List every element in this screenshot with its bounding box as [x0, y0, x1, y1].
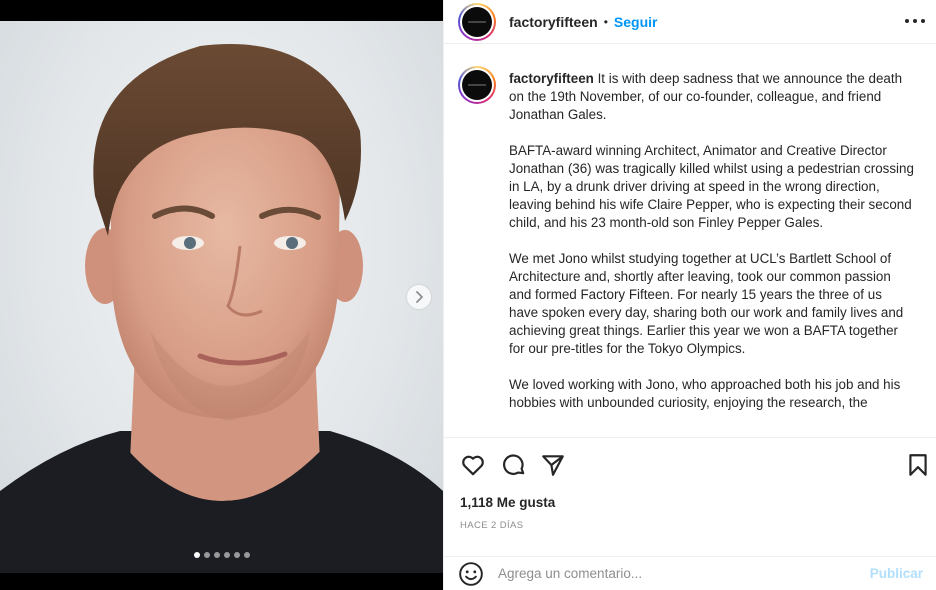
caption-paragraph-2: BAFTA-award winning Architect, Animator … — [509, 143, 914, 230]
carousel-next-button[interactable] — [407, 285, 431, 309]
action-bar — [444, 450, 936, 480]
header-separator: • — [603, 14, 608, 29]
caption-paragraph-4: We loved working with Jono, who approach… — [509, 377, 901, 410]
comment-bubble-icon[interactable] — [501, 452, 527, 478]
paper-plane-icon[interactable] — [540, 452, 566, 478]
carousel-dot — [203, 552, 210, 558]
caption-row: factoryfifteen It is with deep sadness t… — [444, 54, 936, 430]
chevron-right-icon — [416, 291, 423, 303]
comment-input[interactable] — [498, 566, 870, 581]
bookmark-icon[interactable] — [905, 452, 931, 478]
carousel-indicator — [0, 552, 443, 558]
instagram-post-modal: factoryfifteen • Seguir factoryfifteen I… — [0, 0, 936, 590]
caption-author-avatar[interactable] — [458, 66, 496, 104]
carousel-dot — [213, 552, 220, 558]
carousel-dot — [223, 552, 230, 558]
author-username[interactable]: factoryfifteen — [509, 14, 598, 30]
comments-section[interactable]: factoryfifteen It is with deep sadness t… — [444, 54, 936, 438]
caption-username[interactable]: factoryfifteen — [509, 71, 594, 86]
caption-paragraph-3: We met Jono whilst studying together at … — [509, 251, 904, 356]
heart-icon[interactable] — [460, 452, 486, 478]
follow-button[interactable]: Seguir — [614, 14, 658, 30]
smiley-icon[interactable] — [458, 561, 484, 587]
post-header: factoryfifteen • Seguir — [444, 0, 936, 44]
publish-button[interactable]: Publicar — [870, 566, 923, 581]
portrait-image — [0, 44, 443, 573]
add-comment-bar: Publicar — [444, 556, 936, 590]
carousel-dot — [243, 552, 250, 558]
post-details-panel: factoryfifteen • Seguir factoryfifteen I… — [443, 0, 936, 590]
post-media — [0, 0, 443, 590]
author-avatar[interactable] — [458, 2, 496, 41]
post-caption: factoryfifteen It is with deep sadness t… — [509, 70, 914, 430]
carousel-dot — [193, 552, 200, 558]
likes-count[interactable]: 1,118 Me gusta — [460, 495, 555, 510]
more-options-icon[interactable] — [905, 14, 925, 28]
post-timestamp[interactable]: HACE 2 DÍAS — [460, 520, 524, 531]
post-photo — [0, 21, 443, 573]
carousel-dot — [233, 552, 240, 558]
